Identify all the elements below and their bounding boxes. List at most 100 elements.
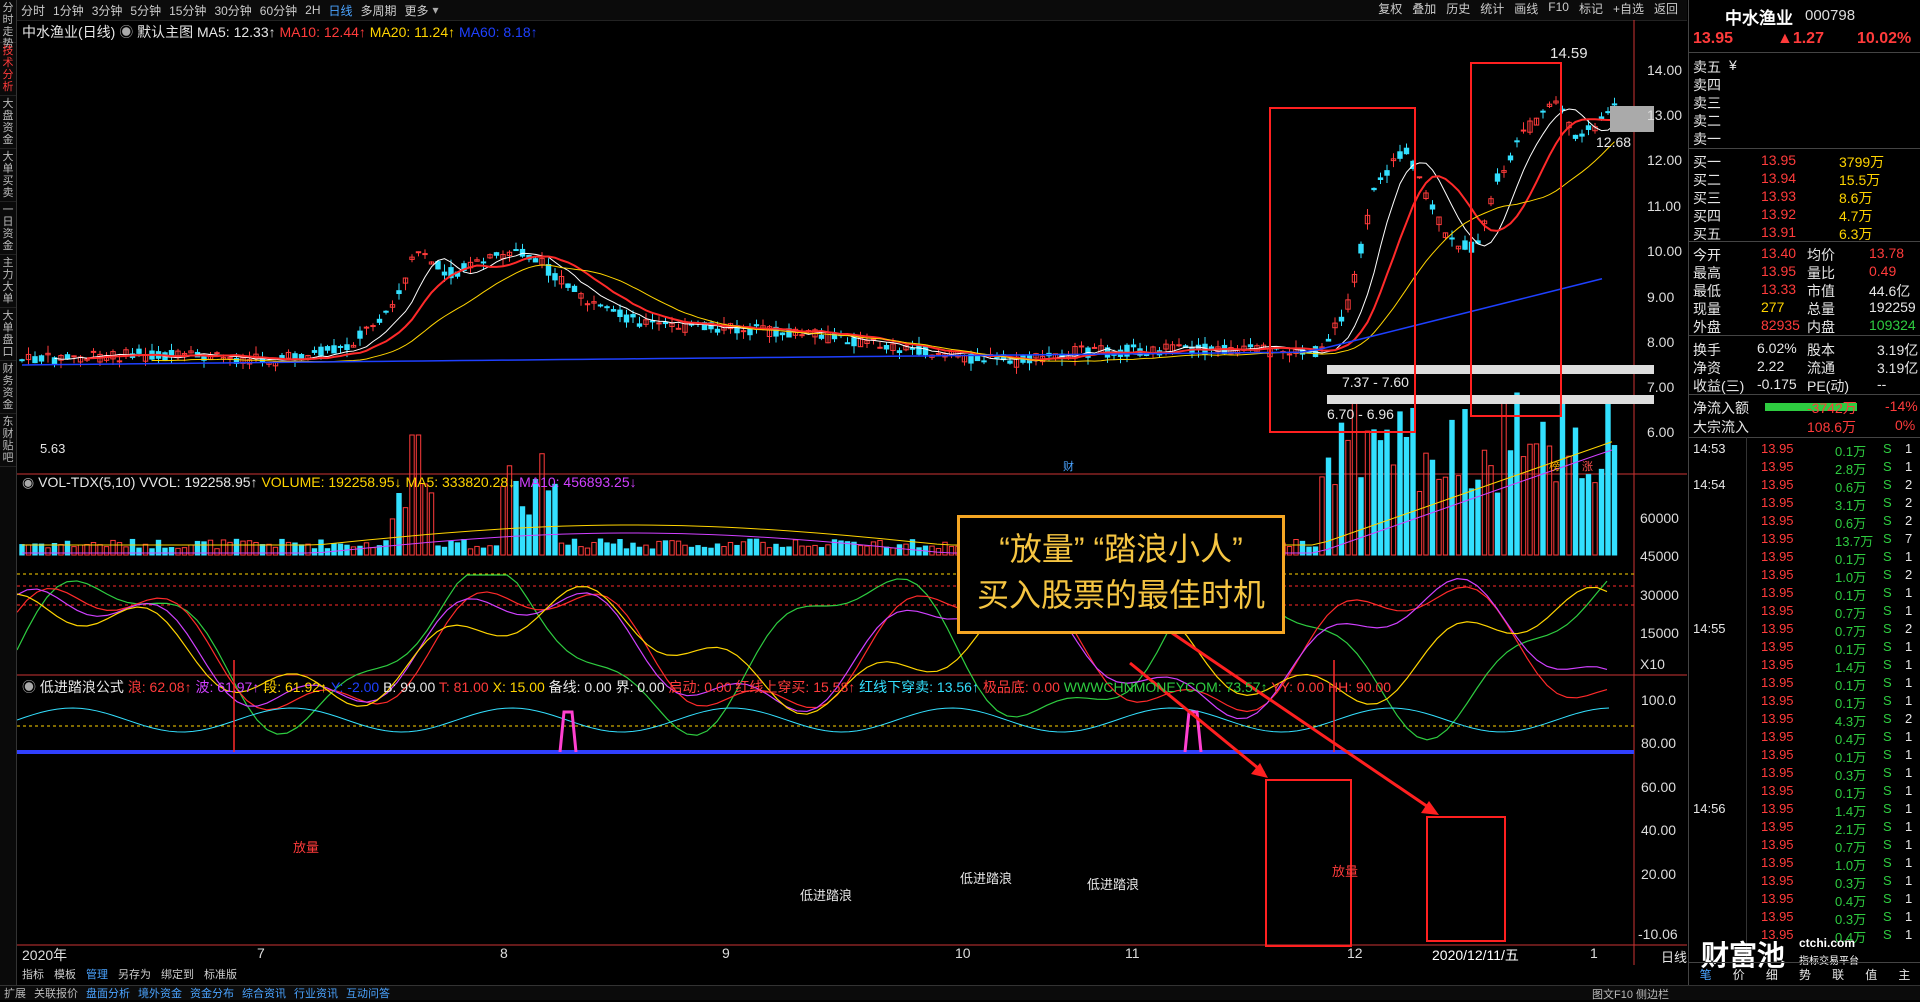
ma5-line — [54, 108, 1615, 362]
settings-circle-icon[interactable]: ◉ — [22, 679, 36, 695]
tick-volume: 0.3万 — [1835, 768, 1867, 783]
candle-body — [90, 350, 97, 353]
tab-shi[interactable]: 势 — [1799, 966, 1811, 983]
sidebar-tab-yiri[interactable]: 一日资金 — [0, 202, 16, 255]
stat-label: 市值 — [1807, 283, 1835, 299]
day-label[interactable]: 日线 — [1661, 947, 1687, 966]
tool-f10[interactable]: F10 — [1543, 0, 1574, 17]
tb-guanli[interactable]: 管理 — [81, 966, 113, 982]
marker-zhang[interactable]: 涨 — [1582, 458, 1593, 474]
tb-zhibiao[interactable]: 指标 — [17, 966, 49, 982]
bb-tuwen[interactable]: 图文F10 侧边栏 — [1588, 986, 1673, 1002]
candle-body — [363, 326, 370, 329]
stat-label: 总量 — [1807, 301, 1835, 317]
volume-bar — [396, 493, 402, 556]
tool-fanhui[interactable]: 返回 — [1649, 0, 1683, 17]
tab-jia[interactable]: 价 — [1733, 966, 1745, 983]
volume-bar — [1403, 436, 1410, 556]
volume-bar — [1572, 427, 1579, 556]
vol-axis-45000: 45000 — [1640, 548, 1679, 564]
indicator-legend: ◉ 低进踏浪公式 浪: 62.08↑ 波: 61.97↑ 段: 61.92↑ Y… — [22, 677, 1391, 697]
sidebar-tab-caiwu[interactable]: 财务资金 — [0, 361, 16, 414]
ind-beixian: 备线: 0.00 — [548, 679, 612, 695]
tick-side: S — [1883, 441, 1892, 456]
period-5min[interactable]: 5分钟 — [126, 2, 165, 19]
tick-side: S — [1883, 855, 1892, 870]
volume-bar — [467, 548, 474, 556]
chart-canvas[interactable] — [17, 20, 1687, 965]
tab-zhi[interactable]: 值 — [1865, 966, 1877, 983]
tick-count: 1 — [1905, 639, 1913, 654]
tick-side: S — [1883, 549, 1892, 564]
tick-row: 13.95 0.4万 S 1 — [1689, 891, 1920, 909]
candle-body — [1579, 133, 1585, 137]
tick-price: 13.95 — [1761, 639, 1794, 654]
tb-bangding[interactable]: 绑定到 — [156, 966, 199, 982]
candle-body — [1572, 134, 1579, 139]
sidebar-tab-zhuli[interactable]: 主力大单 — [0, 255, 16, 308]
tick-count: 1 — [1905, 585, 1913, 600]
ind-yy: YY: 0.00 — [1271, 679, 1325, 695]
tb-lingcun[interactable]: 另存为 — [113, 966, 156, 982]
volume-bar — [480, 547, 487, 556]
tab-bi[interactable]: 笔 — [1700, 966, 1712, 983]
tick-row: 13.95 1.0万 S 2 — [1689, 567, 1920, 585]
tb-muban[interactable]: 模板 — [49, 966, 81, 982]
period-60min[interactable]: 60分钟 — [256, 2, 301, 19]
period-3min[interactable]: 3分钟 — [88, 2, 127, 19]
candle-body — [981, 360, 987, 363]
tick-side: S — [1883, 639, 1892, 654]
tool-diejia[interactable]: 叠加 — [1407, 0, 1441, 17]
period-15min[interactable]: 15分钟 — [165, 2, 210, 19]
period-daily[interactable]: 日线 — [325, 2, 357, 19]
tick-side: S — [1883, 927, 1892, 942]
tool-fuquan[interactable]: 复权 — [1373, 0, 1407, 17]
sidebar-tab-jishu[interactable]: 技术分析 — [0, 43, 16, 96]
tool-biaoji[interactable]: 标记 — [1574, 0, 1608, 17]
tool-zixuan[interactable]: +自选 — [1608, 0, 1649, 17]
tab-lian[interactable]: 联 — [1832, 966, 1844, 983]
candle-body — [331, 345, 337, 354]
block-pct: 0% — [1895, 417, 1916, 433]
tick-volume: 0.1万 — [1835, 678, 1867, 693]
marker-bang[interactable]: 榜 — [1549, 458, 1560, 474]
period-more[interactable]: 更多 — [401, 2, 433, 19]
osc-green-line — [17, 574, 1608, 741]
sidebar-tab-pankou[interactable]: 大单盘口 — [0, 308, 16, 361]
tool-huaxian[interactable]: 画线 — [1509, 0, 1543, 17]
tick-side: S — [1883, 819, 1892, 834]
price-axis-9: 9.00 — [1647, 289, 1675, 305]
period-30min[interactable]: 30分钟 — [210, 2, 255, 19]
sidebar-tab-tieba[interactable]: 东财贴吧 — [0, 414, 16, 467]
tick-row: 13.95 1.4万 S 1 — [1689, 657, 1920, 675]
volume-bar — [890, 547, 896, 556]
tick-row: 13.95 2.1万 S 1 — [1689, 819, 1920, 837]
tab-xi[interactable]: 细 — [1766, 966, 1778, 983]
sidebar-tab-dadan[interactable]: 大单买卖 — [0, 149, 16, 202]
stat-row: 外盘 82935 内盘 109324 — [1689, 317, 1920, 335]
volume-bar — [623, 548, 630, 556]
tick-volume: 2.1万 — [1835, 822, 1867, 837]
stock-code: 000798 — [1805, 7, 1856, 24]
sidebar-tab-fenshi[interactable]: 分时走势 — [0, 0, 16, 50]
candle-body — [71, 355, 77, 358]
tab-zhu[interactable]: 主 — [1898, 966, 1910, 983]
period-multi[interactable]: 多周期 — [357, 2, 401, 19]
tick-price: 13.95 — [1761, 603, 1794, 618]
period-fenshi[interactable]: 分时 — [17, 2, 49, 19]
tool-tongji[interactable]: 统计 — [1475, 0, 1509, 17]
candle-body — [565, 283, 571, 288]
volume-bar — [643, 544, 649, 556]
tb-biaozhun[interactable]: 标准版 — [199, 966, 242, 982]
period-1min[interactable]: 1分钟 — [49, 2, 88, 19]
period-2h[interactable]: 2H — [301, 3, 324, 17]
sell-label: 卖三 — [1693, 95, 1721, 111]
volume-bar — [1605, 400, 1611, 556]
ind-www: WWWCHNMONEYCOM: 73.57↑ — [1063, 679, 1268, 695]
chevron-down-icon[interactable]: ▾ — [433, 3, 439, 17]
settings-circle-icon[interactable]: ◉ — [22, 474, 34, 490]
candle-body — [396, 290, 402, 295]
tool-lishi[interactable]: 历史 — [1441, 0, 1475, 17]
marker-cai[interactable]: 财 — [1063, 458, 1074, 474]
sidebar-tab-dapan[interactable]: 大盘资金 — [0, 96, 16, 149]
